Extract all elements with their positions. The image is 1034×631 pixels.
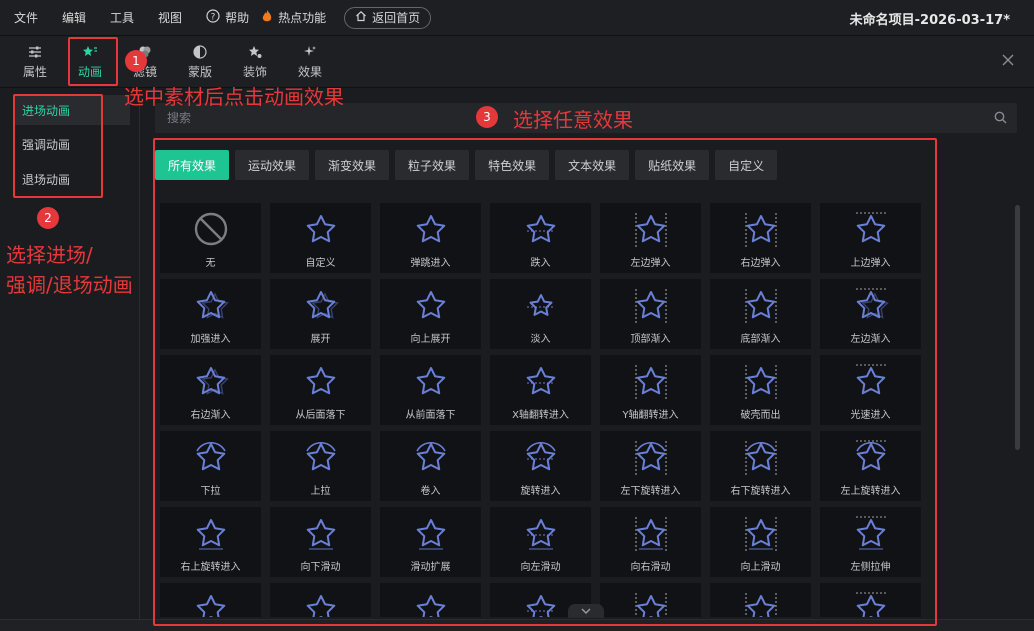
tab-label: 装饰 bbox=[242, 65, 267, 79]
mask-icon bbox=[193, 44, 207, 60]
menu-bar: 文件 编辑 工具 视图 ? 帮助 热点功能 返回首页 未命名项目-2026-03… bbox=[0, 0, 1034, 36]
menu-tools[interactable]: 工具 bbox=[98, 0, 146, 36]
return-home-button[interactable]: 返回首页 bbox=[344, 6, 432, 29]
close-panel-icon[interactable] bbox=[1000, 52, 1016, 68]
tab-label: 属性 bbox=[22, 65, 47, 79]
grid-scrollbar[interactable] bbox=[1015, 205, 1020, 450]
annotation-text-3: 选择任意效果 bbox=[513, 108, 633, 132]
tab-label: 效果 bbox=[297, 65, 322, 79]
search-icon[interactable] bbox=[994, 111, 1007, 127]
annotation-text-1: 选中素材后点击动画效果 bbox=[124, 85, 344, 109]
menu-hot[interactable]: 热点功能 bbox=[261, 0, 338, 36]
svg-text:?: ? bbox=[211, 13, 216, 23]
menu-edit[interactable]: 编辑 bbox=[50, 0, 98, 36]
project-title: 未命名项目-2026-03-17* bbox=[849, 12, 1010, 28]
home-icon bbox=[355, 10, 367, 25]
annotation-box-sidebar bbox=[13, 94, 103, 198]
annotation-text-2b: 强调/退场动画 bbox=[6, 273, 133, 297]
annotation-badge-2: 2 bbox=[37, 207, 59, 229]
tab-effects[interactable]: 效果 bbox=[286, 40, 334, 84]
annotation-badge-1: 1 bbox=[125, 50, 147, 72]
flame-icon bbox=[261, 9, 273, 26]
menu-help[interactable]: ? 帮助 bbox=[194, 0, 261, 36]
home-label: 返回首页 bbox=[372, 11, 421, 25]
tab-decor[interactable]: 装饰 bbox=[231, 40, 279, 84]
annotation-box-animation-tab bbox=[68, 37, 118, 86]
sparkle-icon bbox=[303, 44, 317, 60]
sliders-icon bbox=[28, 44, 42, 60]
help-icon: ? bbox=[206, 9, 220, 26]
annotation-badge-3: 3 bbox=[476, 106, 498, 128]
menu-view[interactable]: 视图 bbox=[146, 0, 194, 36]
tab-label: 蒙版 bbox=[187, 65, 212, 79]
hot-label: 热点功能 bbox=[278, 11, 327, 25]
annotation-box-effects bbox=[153, 138, 937, 626]
tab-properties[interactable]: 属性 bbox=[11, 40, 59, 84]
menu-file[interactable]: 文件 bbox=[2, 0, 50, 36]
decor-icon bbox=[248, 44, 262, 60]
tab-mask[interactable]: 蒙版 bbox=[176, 40, 224, 84]
annotation-text-2a: 选择进场/ bbox=[6, 243, 93, 267]
help-label: 帮助 bbox=[225, 11, 250, 25]
property-tab-bar: 属性 动画 滤镜 蒙版 装饰 效果 bbox=[0, 36, 1034, 88]
